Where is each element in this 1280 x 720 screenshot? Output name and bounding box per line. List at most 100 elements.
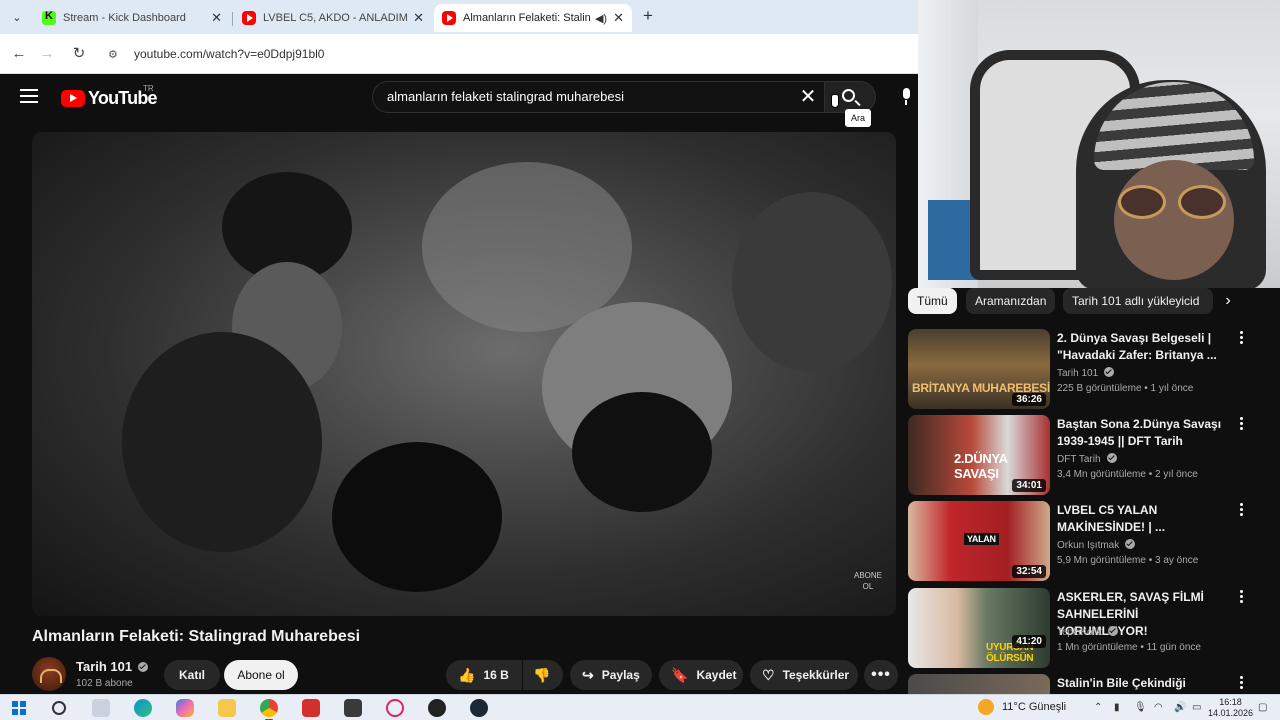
tab-close-icon[interactable]: ✕ (413, 10, 424, 26)
tab-title: LVBEL C5, AKDO - ANLADIM SE (263, 12, 408, 24)
duration-badge: 36:26 (1012, 393, 1046, 406)
new-tab-button[interactable]: + (638, 6, 658, 28)
tab-close-icon[interactable]: ✕ (211, 10, 222, 26)
filter-chips: Tümü Aramanızdan Tarih 101 adlı yükleyic… (908, 286, 1280, 316)
clear-search-icon[interactable]: ✕ (796, 85, 820, 109)
sun-icon (978, 699, 994, 715)
file-explorer-icon[interactable] (218, 699, 236, 717)
opera-icon[interactable] (386, 699, 404, 717)
speaker-icon[interactable]: ◀) (595, 12, 607, 25)
weather-text: 11°C Güneşli (1002, 701, 1067, 713)
tab-search-icon[interactable]: ⌄ (6, 6, 28, 28)
recommended-channel: Orkun Işıtmak (1057, 539, 1136, 551)
video-thumbnail[interactable] (908, 674, 1050, 694)
reload-icon[interactable]: ↻ (68, 43, 90, 65)
youtube-logo[interactable]: YouTube TR (61, 84, 158, 109)
windows-start-icon[interactable] (12, 701, 26, 715)
search-input[interactable]: almanların felaketi stalingrad muharebes… (372, 81, 824, 113)
recommended-meta: 1 Mn görüntüleme • 11 gün önce (1057, 642, 1201, 653)
watermark-line: ABONE (853, 571, 882, 580)
search-tooltip: Ara (845, 109, 871, 127)
microphone-icon[interactable] (900, 88, 912, 106)
app-icon[interactable] (344, 699, 362, 717)
browser-tab-strip: ⌄ Stream - Kick Dashboard ✕ LVBEL C5, AK… (0, 0, 918, 34)
chevron-up-icon[interactable]: ⌃ (1094, 702, 1102, 713)
chip-label: Tarih 101 adlı yükleyicid (1072, 294, 1200, 308)
crowd-figure (732, 192, 892, 372)
duration-badge: 32:54 (1012, 565, 1046, 578)
channel-name[interactable]: Tarih 101 (76, 659, 149, 674)
thumbnail-text: YALAN (964, 533, 999, 545)
weather-widget[interactable]: 11°C Güneşli (978, 699, 1066, 715)
tab-current-video[interactable]: Almanların Felaketi: Stalingra ◀) ✕ (434, 4, 632, 32)
subscribe-watermark[interactable]: ABONE OL (854, 570, 882, 592)
more-vert-icon[interactable] (1236, 503, 1246, 519)
chip-label: Aramanızdan (975, 294, 1047, 308)
recommended-video[interactable]: 2.DÜNYA SAVAŞI 34:01 Baştan Sona 2.Dünya… (908, 415, 1256, 495)
winrar-icon[interactable] (302, 699, 320, 717)
windows-taskbar: 11°C Güneşli ⌃ ▮ 🎙 ◠ 🔊 ▭ 16:18 14.01.202… (0, 694, 1280, 720)
mouse-cursor-icon (831, 94, 839, 108)
recommended-video[interactable]: UYURSAN ÖLÜRSÜN 41:20 ASKERLER, SAVAŞ Fİ… (908, 588, 1256, 668)
video-thumbnail[interactable]: YALAN 32:54 (908, 501, 1050, 581)
recommended-video[interactable]: BRİTANYA MUHAREBESİ 36:26 2. Dünya Savaş… (908, 329, 1256, 409)
join-button[interactable]: Katıl (164, 660, 220, 690)
microphone-icon[interactable]: 🎙 (1134, 702, 1147, 713)
thumbnail-text: 2.DÜNYA SAVAŞI (954, 451, 1008, 481)
youtube-icon (242, 11, 256, 25)
chrome-icon[interactable] (260, 699, 278, 720)
obs-icon[interactable] (428, 699, 446, 717)
wifi-icon[interactable]: ◠ (1154, 702, 1163, 713)
recommended-title: 2. Dünya Savaşı Belgeseli | "Havadaki Za… (1057, 331, 1217, 362)
notification-icon[interactable]: ▢ (1258, 702, 1267, 713)
more-vert-icon[interactable] (1236, 590, 1246, 606)
channel-name-text: Tarih 101 (1057, 368, 1099, 379)
site-info-icon[interactable]: ⚙ (108, 48, 124, 61)
webcam-overlay (918, 0, 1280, 288)
more-vert-icon[interactable] (1236, 676, 1246, 692)
menu-icon[interactable] (20, 89, 38, 103)
copilot-icon[interactable] (176, 699, 194, 717)
super-thanks-icon: ♡ (762, 666, 775, 683)
back-arrow-icon[interactable]: ← (8, 43, 30, 65)
tab-title: Stream - Kick Dashboard (63, 12, 186, 24)
volume-icon[interactable]: 🔊 (1174, 702, 1186, 713)
chip-all[interactable]: Tümü (908, 288, 957, 314)
video-thumbnail[interactable]: UYURSAN ÖLÜRSÜN 41:20 (908, 588, 1050, 668)
steam-icon[interactable] (470, 699, 488, 717)
chip-from-uploader[interactable]: Tarih 101 adlı yükleyicid (1063, 288, 1213, 314)
chevron-right-icon[interactable]: › (1220, 290, 1236, 312)
youtube-play-icon (61, 90, 85, 107)
channel-avatar[interactable] (32, 657, 66, 691)
recommended-video[interactable]: Stalin'in Bile Çekindiği Komutan (908, 674, 1256, 694)
video-thumbnail[interactable]: 2.DÜNYA SAVAŞI 34:01 (908, 415, 1050, 495)
video-title: Almanların Felaketi: Stalingrad Muharebe… (32, 628, 361, 645)
tab-close-icon[interactable]: ✕ (613, 10, 624, 26)
channel-name-text: Tarih 101 (76, 659, 133, 674)
taskbar-clock[interactable]: 16:18 14.01.2026 (1208, 697, 1253, 719)
thanks-button[interactable]: ♡ Teşekkürler (750, 660, 858, 690)
tray-app-icon[interactable]: ▮ (1114, 702, 1120, 713)
more-vert-icon[interactable] (1236, 417, 1246, 433)
more-actions-button[interactable]: ••• (864, 660, 898, 690)
tab-kick-dashboard[interactable]: Stream - Kick Dashboard ✕ (34, 4, 230, 32)
forward-arrow-icon[interactable]: → (36, 43, 58, 65)
dislike-button[interactable]: 👎 (523, 660, 563, 690)
battery-icon[interactable]: ▭ (1192, 702, 1201, 713)
edge-icon[interactable] (134, 699, 152, 717)
video-player[interactable]: ABONE OL (32, 132, 896, 616)
youtube-header: YouTube TR almanların felaketi stalingra… (0, 74, 918, 122)
chip-label: Tümü (917, 294, 948, 308)
recommended-video[interactable]: YALAN 32:54 LVBEL C5 YALAN MAKİNESİNDE! … (908, 501, 1256, 581)
task-view-icon[interactable] (92, 699, 110, 717)
search-icon[interactable] (52, 701, 66, 715)
save-button[interactable]: 🔖 Kaydet (659, 660, 743, 690)
tab-lvbel-video[interactable]: LVBEL C5, AKDO - ANLADIM SE ✕ (234, 4, 432, 32)
chip-from-search[interactable]: Aramanızdan (966, 288, 1056, 314)
subscribe-button[interactable]: Abone ol (224, 660, 298, 690)
like-button[interactable]: 👍 16 B (446, 660, 522, 690)
url-field[interactable]: ⚙ youtube.com/watch?v=e0Ddpj91bl0 (100, 39, 912, 69)
video-thumbnail[interactable]: BRİTANYA MUHAREBESİ 36:26 (908, 329, 1050, 409)
more-vert-icon[interactable] (1236, 331, 1246, 347)
share-button[interactable]: ↪ Paylaş (570, 660, 652, 690)
